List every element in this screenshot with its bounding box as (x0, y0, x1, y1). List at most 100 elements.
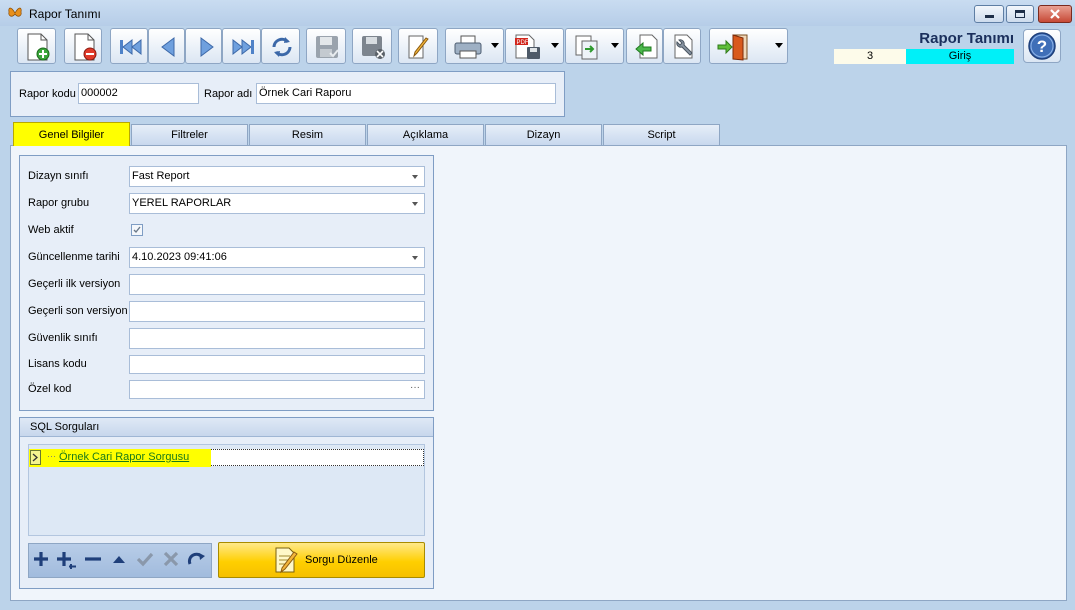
tab-filtreler[interactable]: Filtreler (131, 124, 248, 145)
help-button[interactable]: ? (1023, 29, 1061, 63)
insert-plus-icon (57, 552, 76, 569)
design-class-select[interactable]: Fast Report (129, 166, 425, 187)
triangle-up-icon (113, 556, 125, 563)
tab-aciklama[interactable]: Açıklama (367, 124, 484, 145)
previous-record-button[interactable] (148, 28, 185, 64)
move-up-button[interactable] (111, 552, 127, 566)
svg-text:?: ? (1037, 37, 1047, 56)
cancel-disk-icon (362, 36, 385, 59)
maximize-button[interactable] (1006, 5, 1034, 23)
minus-icon (85, 557, 101, 561)
row-indicator (30, 450, 41, 465)
transfer-button[interactable] (565, 28, 624, 64)
sql-query-name[interactable]: Örnek Cari Rapor Sorgusu (59, 451, 189, 463)
last-record-button[interactable] (222, 28, 261, 64)
transfer-dropdown-arrow (611, 43, 619, 48)
refresh-data-button[interactable] (187, 550, 207, 568)
minimize-icon (984, 15, 994, 18)
import-button[interactable] (626, 28, 663, 64)
exit-door-icon (717, 34, 748, 61)
exit-button[interactable] (709, 28, 788, 64)
license-code-field[interactable] (129, 355, 425, 374)
cancel-changes-button[interactable] (352, 28, 392, 64)
new-record-button[interactable] (17, 28, 56, 64)
next-record-icon (200, 37, 214, 57)
wrench-icon (674, 34, 693, 59)
mode-status: Giriş (906, 49, 1014, 64)
tab-dizayn[interactable]: Dizayn (485, 124, 602, 145)
updated-date-value: 4.10.2023 09:41:06 (132, 251, 227, 263)
tree-connector: ··· (47, 451, 56, 461)
redo-arrow-icon (187, 552, 205, 565)
sql-queries-title: SQL Sorguları (30, 421, 100, 433)
close-button[interactable] (1038, 5, 1072, 23)
delete-record-button[interactable] (64, 28, 102, 64)
design-class-label: Dizayn sınıfı (28, 170, 89, 182)
pdf-save-icon: PDF (515, 34, 540, 59)
minimize-button[interactable] (974, 5, 1004, 23)
print-dropdown-arrow (491, 43, 499, 48)
checkmark-icon (136, 552, 154, 567)
transfer-icon (575, 35, 598, 60)
report-name-field[interactable]: Örnek Cari Raporu (256, 83, 556, 104)
previous-record-icon (161, 37, 175, 57)
pdf-dropdown-arrow (551, 43, 559, 48)
report-group-select[interactable]: YEREL RAPORLAR (129, 193, 425, 214)
first-record-icon (120, 38, 142, 56)
chevron-down-icon (412, 175, 418, 179)
save-button[interactable] (306, 28, 346, 64)
security-class-field[interactable] (129, 328, 425, 349)
report-group-label: Rapor grubu (28, 197, 90, 209)
web-active-checkbox[interactable] (131, 224, 143, 236)
settings-button[interactable] (663, 28, 701, 64)
first-record-button[interactable] (110, 28, 148, 64)
edit-pencil-icon (408, 35, 429, 59)
cancel-button[interactable] (162, 550, 180, 568)
ellipsis-button[interactable]: ··· (410, 381, 420, 397)
special-code-field[interactable]: ··· (129, 380, 425, 399)
help-icon: ? (1028, 32, 1056, 60)
new-document-icon (27, 33, 50, 61)
security-class-label: Güvenlik sınıfı (28, 332, 98, 344)
print-button[interactable] (445, 28, 504, 64)
chevron-right-icon (32, 453, 38, 462)
chevron-down-icon (412, 256, 418, 260)
close-icon (1050, 9, 1060, 19)
report-group-value: YEREL RAPORLAR (132, 197, 232, 209)
refresh-button[interactable] (261, 28, 300, 64)
form-title: Rapor Tanımı (919, 30, 1014, 47)
last-version-field[interactable] (129, 301, 425, 322)
first-version-label: Geçerli ilk versiyon (28, 278, 121, 290)
maximize-icon (1015, 10, 1025, 18)
edit-query-button[interactable]: Sorgu Düzenle (218, 542, 425, 578)
title-bar (0, 0, 1075, 26)
delete-document-icon (74, 33, 97, 61)
x-icon (163, 551, 179, 567)
export-pdf-button[interactable]: PDF (505, 28, 564, 64)
next-record-button[interactable] (185, 28, 222, 64)
first-version-field[interactable] (129, 274, 425, 295)
checkmark-icon (133, 226, 141, 234)
chevron-down-icon (412, 202, 418, 206)
insert-button[interactable] (56, 550, 78, 570)
window-title: Rapor Tanımı (29, 7, 101, 21)
edit-button[interactable] (398, 28, 438, 64)
updated-date-field[interactable]: 4.10.2023 09:41:06 (129, 247, 425, 268)
report-code-field[interactable]: 000002 (78, 83, 199, 104)
plus-icon (34, 552, 48, 566)
special-code-label: Özel kod (28, 383, 72, 395)
record-count: 3 (834, 49, 906, 64)
remove-button[interactable] (84, 550, 102, 568)
tab-script[interactable]: Script (603, 124, 720, 145)
post-button[interactable] (136, 550, 154, 568)
tab-genel-bilgiler[interactable]: Genel Bilgiler (13, 122, 130, 146)
tab-resim[interactable]: Resim (249, 124, 366, 145)
svg-text:PDF: PDF (517, 40, 529, 46)
license-code-label: Lisans kodu (28, 358, 87, 370)
updated-date-label: Güncellenme tarihi (28, 251, 120, 263)
add-button[interactable] (32, 550, 50, 568)
sql-queries-header: SQL Sorguları (20, 418, 433, 437)
design-class-value: Fast Report (132, 170, 190, 182)
printer-icon (454, 35, 482, 59)
edit-document-icon (275, 547, 298, 574)
